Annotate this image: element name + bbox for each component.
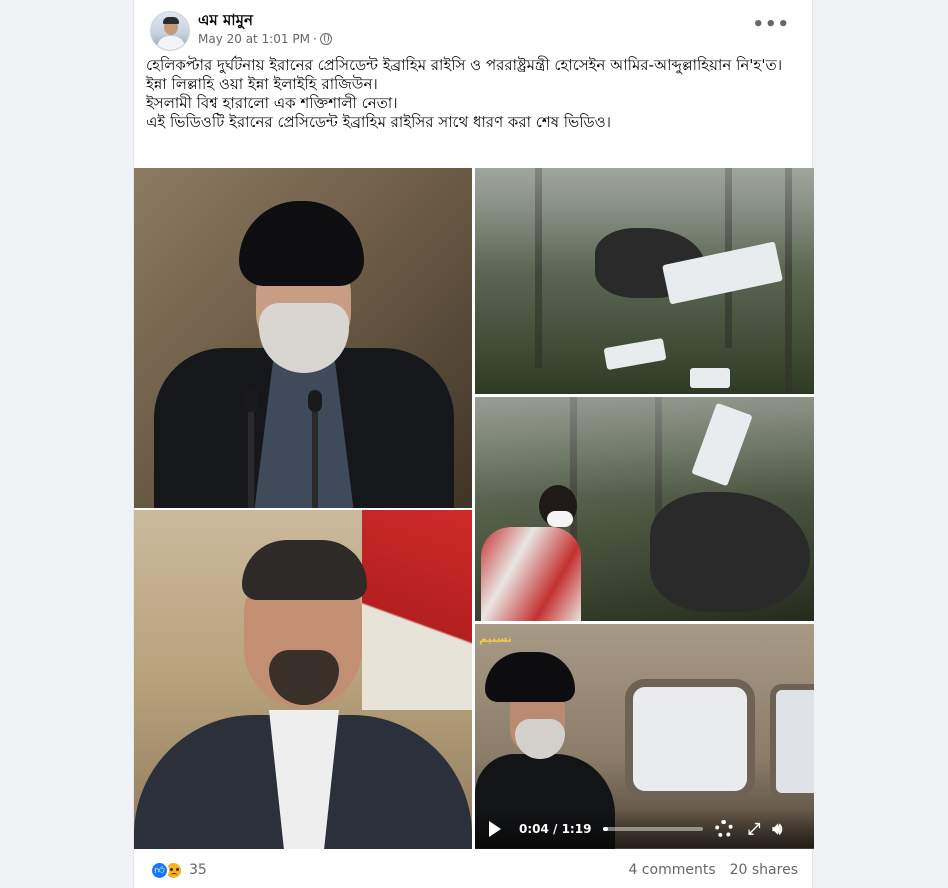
- flag-background: [362, 510, 472, 710]
- comments-link[interactable]: 4 comments: [628, 862, 715, 878]
- video-controls: 0:04 / 1:19 ⤢ 🔊︎: [475, 810, 814, 848]
- rescue-worker: [481, 485, 581, 621]
- seek-progress: [603, 827, 609, 831]
- volume-icon[interactable]: 🔊︎: [772, 819, 782, 839]
- avatar-body: [157, 36, 185, 50]
- photo-hair: [242, 540, 367, 600]
- shares-link[interactable]: 20 shares: [730, 862, 798, 878]
- post-header: এম মামুন May 20 at 1:01 PM · •••: [134, 0, 812, 56]
- photo-turban: [239, 201, 364, 286]
- reactions-summary[interactable]: 👍︎ 35: [150, 860, 207, 880]
- video-time: 0:04 / 1:19: [519, 822, 592, 836]
- post-text-line: হেলিকপ্টার দুর্ঘটনায় ইরানের প্রেসিডেন্ট…: [146, 56, 783, 74]
- photo-president[interactable]: [134, 168, 472, 508]
- microphone-icon: [308, 390, 322, 508]
- video-turban: [485, 652, 575, 702]
- aircraft-window: [770, 684, 814, 799]
- post-card: এম মামুন May 20 at 1:01 PM · ••• হেলিকপ্…: [133, 0, 814, 888]
- reaction-count: 35: [189, 862, 207, 878]
- photo-rescue-worker[interactable]: [475, 397, 814, 621]
- post-text: হেলিকপ্টার দুর্ঘটনায় ইরানের প্রেসিডেন্ট…: [146, 56, 796, 132]
- worker-jacket: [481, 527, 581, 621]
- like-icon: 👍︎: [150, 860, 169, 880]
- avatar-hair: [163, 17, 179, 24]
- video-beard: [515, 719, 565, 759]
- post-text-line: ইসলামী বিশ্ব হারালো এক শক্তিশালী নেতা।: [146, 94, 398, 112]
- photo-foreign-minister[interactable]: [134, 510, 472, 849]
- microphone-icon: [244, 390, 258, 508]
- photo-grid: تسنیم 0:04 / 1:19 ⤢ 🔊︎: [134, 168, 814, 849]
- more-options-button[interactable]: •••: [752, 14, 790, 35]
- fullscreen-icon[interactable]: ⤢: [747, 819, 760, 839]
- post-text-line: ইন্না লিল্লাহি ওয়া ইন্না ইলাইহি রাজিউন।: [146, 75, 378, 93]
- settings-gear-icon[interactable]: [715, 820, 734, 838]
- author-avatar[interactable]: [150, 11, 190, 51]
- video-seek-bar[interactable]: [603, 827, 704, 831]
- post-footer: 👍︎ 35 4 comments 20 shares: [150, 858, 798, 882]
- author-name[interactable]: এম মামুন: [198, 9, 253, 34]
- worker-mask: [547, 511, 573, 527]
- debris-piece: [690, 368, 730, 388]
- channel-logo: تسنیم: [479, 632, 512, 645]
- aircraft-window: [625, 679, 755, 799]
- meta-separator: ·: [312, 32, 317, 46]
- play-icon[interactable]: [489, 821, 501, 837]
- globe-icon: [319, 33, 332, 45]
- post-text-line: এই ভিডিওটি ইরানের প্রেসিডেন্ট ইব্রাহিম র…: [146, 113, 611, 131]
- post-timestamp[interactable]: May 20 at 1:01 PM: [198, 32, 310, 46]
- engagement-stats: 4 comments 20 shares: [628, 862, 798, 878]
- photo-crash-site[interactable]: [475, 168, 814, 394]
- video-player[interactable]: تسنیم 0:04 / 1:19 ⤢ 🔊︎: [475, 624, 814, 849]
- post-meta: May 20 at 1:01 PM ·: [198, 32, 332, 46]
